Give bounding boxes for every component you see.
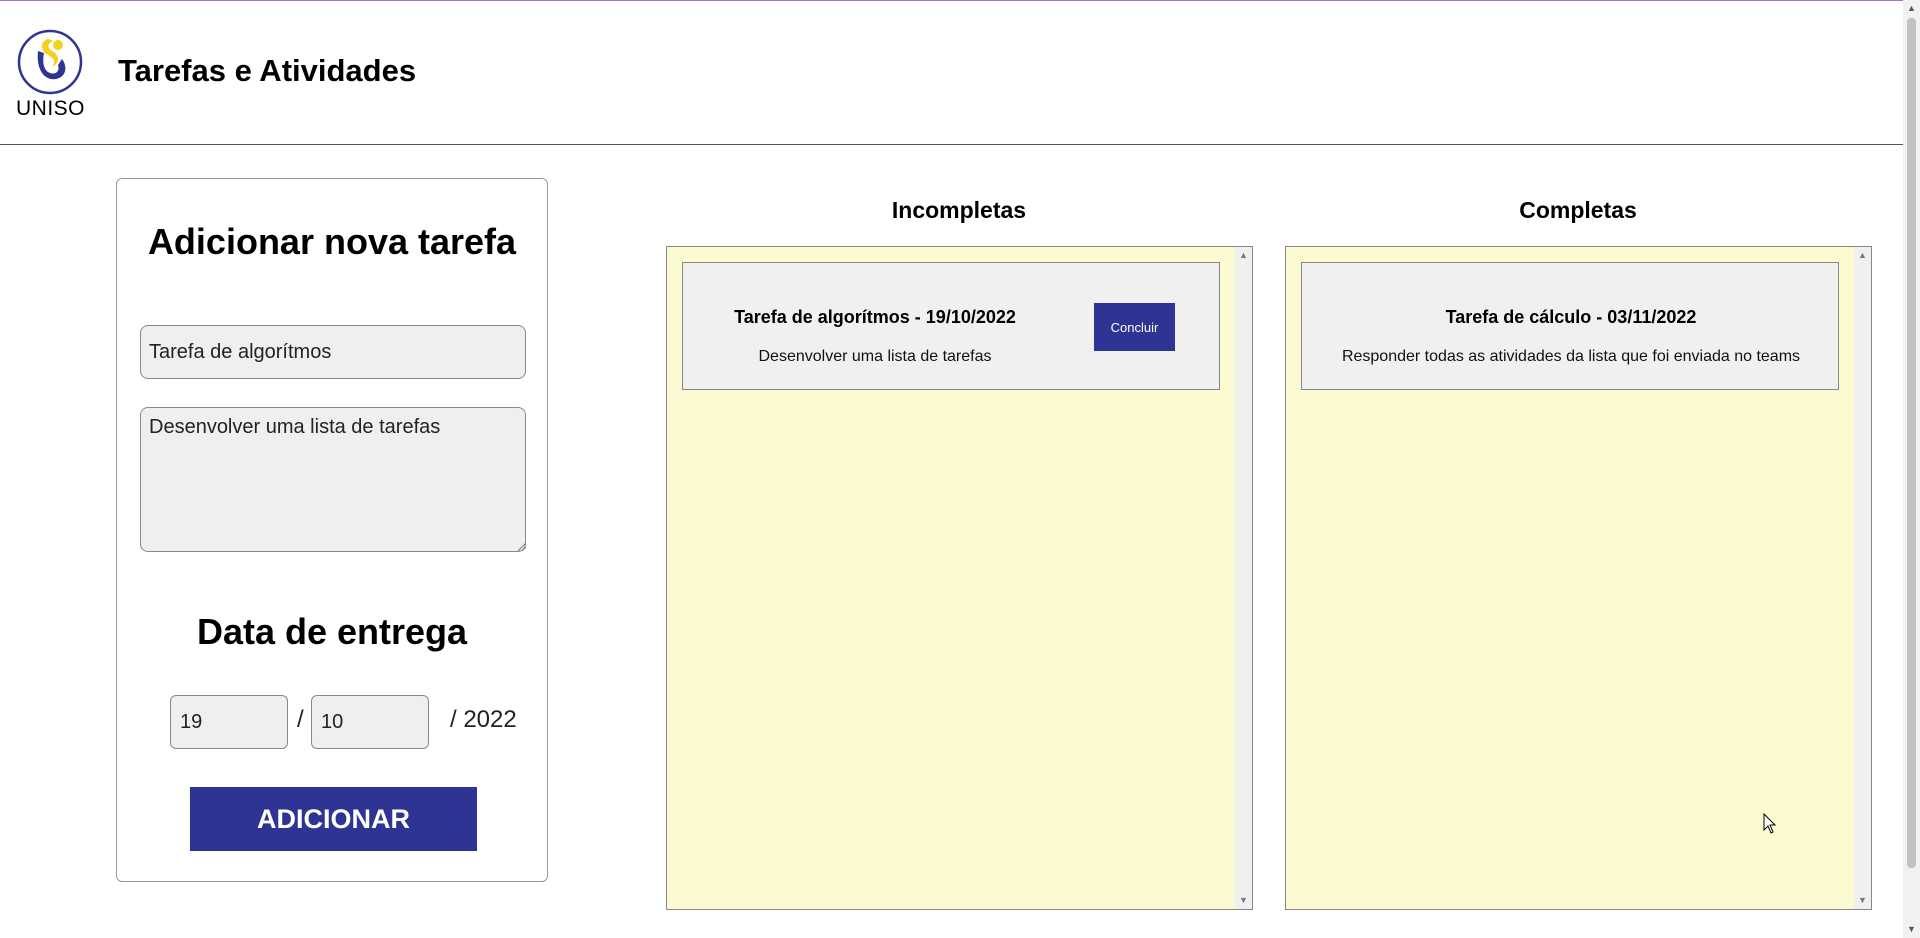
add-task-form: Adicionar nova tarefa Desenvolver uma li…: [116, 178, 548, 882]
task-title: Tarefa de algorítmos - 19/10/2022: [734, 307, 1016, 327]
incomplete-task-list[interactable]: Tarefa de algorítmos - 19/10/2022 Desenv…: [666, 246, 1253, 910]
uniso-logo-icon: [17, 29, 83, 95]
due-date-title: Data de entrega: [196, 611, 468, 652]
task-description: Desenvolver uma lista de tarefas: [758, 348, 992, 365]
complete-heading: Completas: [1519, 197, 1637, 223]
complete-task-list[interactable]: Tarefa de cálculo - 03/11/2022 Responder…: [1285, 246, 1872, 910]
page-scroll-up-icon[interactable]: ▲: [1903, 0, 1920, 17]
task-card: Tarefa de cálculo - 03/11/2022 Responder…: [1301, 262, 1839, 390]
scroll-down-icon[interactable]: ▼: [1854, 892, 1871, 909]
uniso-logo: UNISO: [16, 29, 86, 121]
mouse-cursor-icon: [1763, 813, 1777, 834]
app-header: UNISO Tarefas e Atividades: [0, 1, 1903, 145]
complete-scrollbar[interactable]: ▲ ▼: [1854, 247, 1871, 909]
task-name-input[interactable]: [140, 325, 526, 379]
scroll-up-icon[interactable]: ▲: [1854, 247, 1871, 264]
task-title: Tarefa de cálculo - 03/11/2022: [1445, 307, 1697, 327]
app-title: Tarefas e Atividades: [118, 53, 417, 88]
form-title: Adicionar nova tarefa: [147, 221, 517, 262]
logo-text: UNISO: [16, 97, 86, 120]
page-scrollbar[interactable]: ▲ ▼: [1903, 0, 1920, 938]
task-description: Responder todas as atividades da lista q…: [1341, 348, 1801, 365]
resize-grip-icon[interactable]: [516, 541, 526, 551]
date-separator: /: [297, 706, 304, 733]
year-label: / 2022: [450, 706, 517, 733]
page-scroll-down-icon[interactable]: ▼: [1903, 921, 1920, 938]
incomplete-scrollbar[interactable]: ▲ ▼: [1235, 247, 1252, 909]
incomplete-heading: Incompletas: [891, 197, 1027, 223]
day-input[interactable]: [170, 695, 288, 749]
task-description-textarea[interactable]: Desenvolver uma lista de tarefas: [140, 407, 526, 552]
page-scroll-thumb[interactable]: [1907, 18, 1916, 868]
add-task-button[interactable]: ADICIONAR: [190, 787, 477, 851]
scroll-up-icon[interactable]: ▲: [1235, 247, 1252, 264]
month-input[interactable]: [311, 695, 429, 749]
scroll-down-icon[interactable]: ▼: [1235, 892, 1252, 909]
task-card: Tarefa de algorítmos - 19/10/2022 Desenv…: [682, 262, 1220, 390]
conclude-button[interactable]: Concluir: [1094, 303, 1175, 351]
